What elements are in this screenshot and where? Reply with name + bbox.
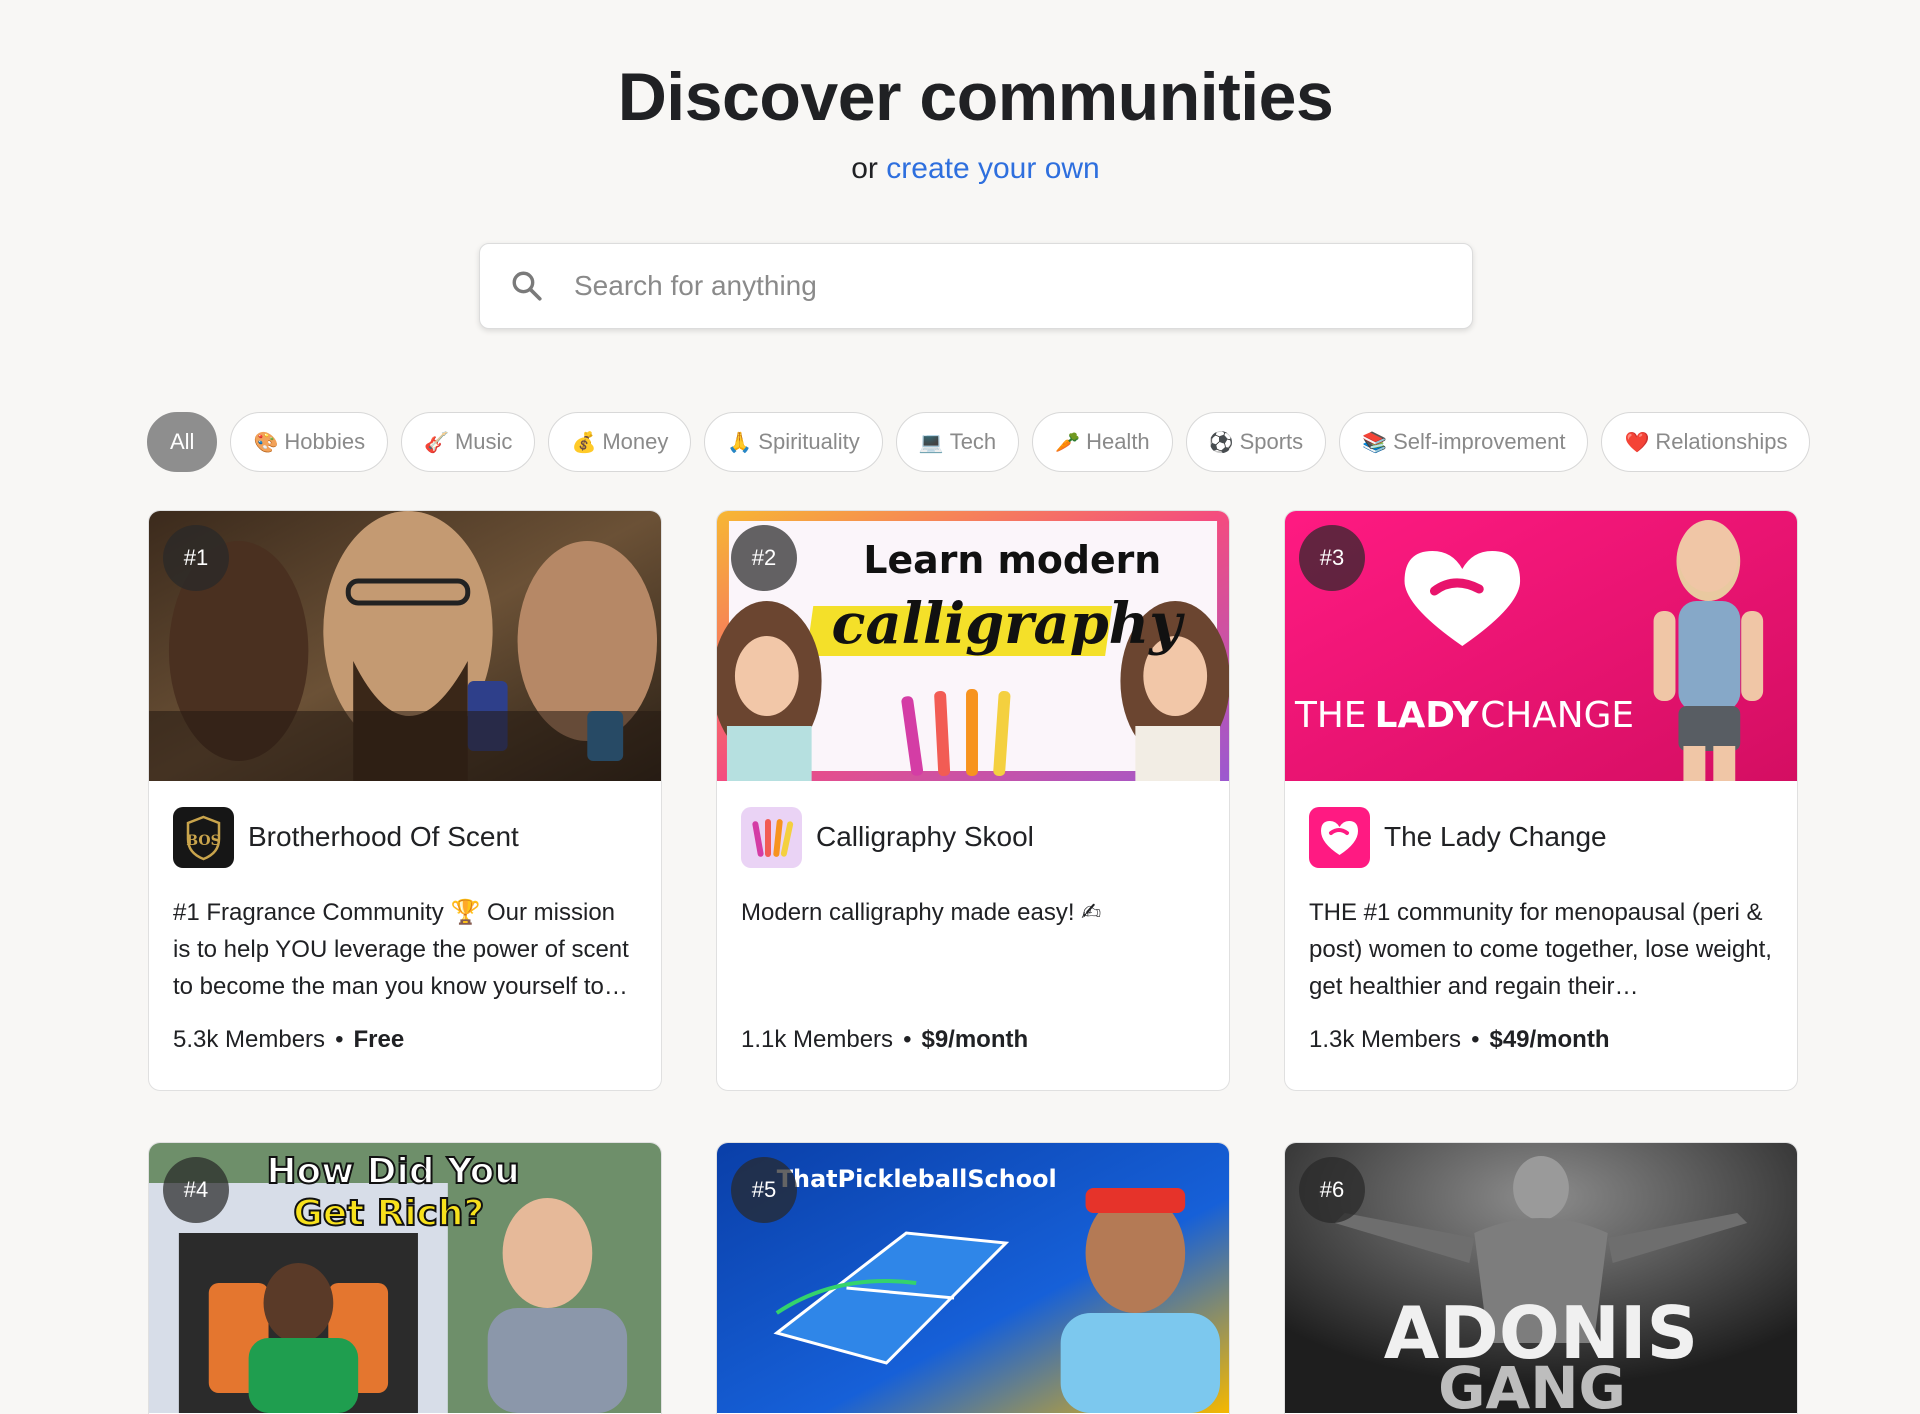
community-name: The Lady Change (1384, 821, 1607, 852)
community-description: #1 Fragrance Community 🏆 Our mission is … (173, 899, 629, 1000)
chip-label: Sports (1239, 429, 1304, 454)
chip-label: Spirituality (758, 429, 860, 454)
price-label: $49/month (1489, 1026, 1610, 1053)
community-card-the-lady-change[interactable]: THE LADY CHANGE #3 The Lady Change THE #… (1284, 510, 1798, 1091)
card-thumbnail: THE LADY CHANGE #3 (1285, 511, 1797, 781)
chip-label: Tech (949, 429, 997, 454)
chip-label: Health (1086, 429, 1150, 454)
rank-badge: #4 (163, 1157, 229, 1223)
member-count: 1.3k Members (1309, 1026, 1462, 1053)
chip-label: Self-improvement (1393, 429, 1566, 454)
money-bag-icon: 💰 (571, 430, 597, 454)
chip-label: Relationships (1655, 429, 1788, 454)
category-chip-all[interactable]: All (147, 412, 218, 472)
category-chip-music[interactable]: 🎸 Music (401, 412, 536, 472)
community-logo (741, 806, 802, 868)
create-community-link[interactable]: create your own (886, 152, 1099, 185)
thumb-word-gang: GANG (1438, 1354, 1626, 1413)
page-title: Discover communities (617, 59, 1334, 135)
subtitle-prefix: or (851, 152, 878, 185)
category-chip-relationships[interactable]: ❤️ Relationships (1601, 412, 1811, 472)
community-logo: BOS (173, 806, 234, 868)
thumb-title-bottom: calligraphy (832, 592, 1186, 657)
category-chip-spirituality[interactable]: 🙏 Spirituality (704, 412, 883, 472)
community-stats: 1.1k Members • $9/month (741, 1026, 1029, 1053)
category-chip-hobbies[interactable]: 🎨 Hobbies (230, 412, 389, 472)
card-thumbnail: How Did You Get Rich? #4 (149, 1143, 661, 1413)
search-bar[interactable] (479, 243, 1473, 329)
rank-badge: #5 (731, 1157, 797, 1223)
community-card-brotherhood-of-scent[interactable]: #1 BOS Brotherhood Of Scent #1 Fragrance… (148, 510, 662, 1091)
thumb-word-lady: LADY (1375, 695, 1480, 736)
rank-badge: #3 (1299, 525, 1365, 591)
discover-page: Discover communities or create your own … (0, 0, 1920, 1414)
laptop-icon: 💻 (918, 430, 944, 454)
thumb-title-line2: Get Rich? (293, 1193, 484, 1234)
community-name: Brotherhood Of Scent (248, 821, 519, 852)
guitar-icon: 🎸 (424, 430, 449, 454)
community-card-calligraphy-skool[interactable]: Learn modern calligraphy #2 Calligraphy … (716, 510, 1230, 1091)
community-name: Calligraphy Skool (816, 821, 1034, 852)
community-logo (1309, 806, 1370, 868)
svg-text:BOS: BOS (186, 833, 220, 849)
chip-label: Money (602, 429, 669, 454)
chip-label: Hobbies (284, 429, 366, 454)
category-chip-sports[interactable]: ⚽ Sports (1185, 412, 1327, 472)
community-card-4[interactable]: How Did You Get Rich? #4 (148, 1142, 662, 1414)
heart-icon: ❤️ (1624, 430, 1650, 454)
community-stats: 5.3k Members • Free (173, 1026, 405, 1053)
rank-badge: #2 (731, 525, 797, 591)
card-thumbnail: ADONIS GANG #6 (1285, 1143, 1797, 1413)
price-label: Free (353, 1026, 405, 1053)
price-label: $9/month (921, 1026, 1029, 1053)
chip-label: All (170, 429, 195, 454)
rank-badge: #1 (163, 525, 229, 591)
page-subtitle: or create your own (0, 152, 1920, 186)
books-icon: 📚 (1362, 430, 1388, 454)
palette-icon: 🎨 (253, 430, 279, 454)
community-card-5[interactable]: ThatPickleballSchool #5 (716, 1142, 1230, 1414)
category-chip-health[interactable]: 🥕 Health (1032, 412, 1173, 472)
thumb-title: ThatPickleballSchool (777, 1165, 1057, 1193)
community-description: THE #1 community for menopausal (peri & … (1309, 899, 1772, 1000)
thumb-title-line1: How Did You (267, 1151, 520, 1192)
community-description: Modern calligraphy made easy! ✍ (741, 899, 1102, 926)
thumb-title-top: Learn modern (863, 538, 1161, 582)
soccer-ball-icon: ⚽ (1208, 430, 1234, 454)
thumb-word-the: THE (1294, 695, 1367, 736)
card-thumbnail: ThatPickleballSchool #5 (717, 1143, 1229, 1413)
search-icon (512, 271, 542, 301)
card-thumbnail: Learn modern calligraphy #2 (717, 511, 1229, 781)
category-chip-money[interactable]: 💰 Money (548, 412, 692, 472)
thumb-word-change: CHANGE (1480, 695, 1634, 736)
member-count: 5.3k Members (173, 1026, 326, 1053)
community-card-6[interactable]: ADONIS GANG #6 (1284, 1142, 1798, 1414)
search-input[interactable] (574, 270, 1472, 302)
category-chip-self-improvement[interactable]: 📚 Self-improvement (1339, 412, 1589, 472)
rank-badge: #6 (1299, 1157, 1365, 1223)
praying-hands-icon: 🙏 (727, 430, 753, 454)
category-chip-tech[interactable]: 💻 Tech (895, 412, 1020, 472)
card-thumbnail: #1 (149, 511, 661, 781)
category-filter: All 🎨 Hobbies 🎸 Music 💰 Money 🙏 Spiritua… (147, 412, 1811, 472)
community-stats: 1.3k Members • $49/month (1309, 1026, 1610, 1053)
member-count: 1.1k Members (741, 1026, 894, 1053)
carrot-icon: 🥕 (1055, 430, 1081, 454)
chip-label: Music (454, 429, 513, 454)
